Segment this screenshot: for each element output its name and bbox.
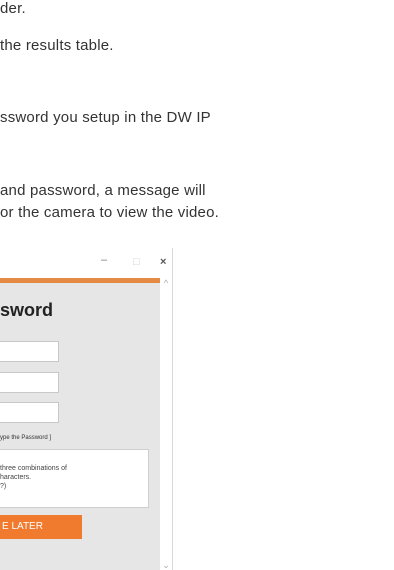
requirement-line: ?) [0,483,7,490]
vertical-scrollbar[interactable]: ^ ⌄ [160,278,172,570]
scroll-down-arrow-icon[interactable]: ⌄ [160,560,172,570]
embedded-window-screenshot: – □ × sword ype the Password ] three com… [0,248,173,570]
scroll-up-arrow-icon[interactable]: ^ [160,278,172,288]
doc-text-line: the results table. [0,37,114,54]
requirement-line: haracters. [0,474,32,481]
password-requirements-box: three combinations of haracters. ?) [0,449,149,508]
doc-text-line: der. [0,0,26,17]
close-button[interactable]: × [160,256,166,268]
retype-password-field[interactable] [0,402,59,423]
doc-text-line: or the camera to view the video. [0,204,220,221]
window-titlebar: – □ × [0,248,172,278]
doc-text-line: and password, a message will [0,182,206,199]
doc-text-line: ssword you setup in the DW IP [0,109,211,126]
username-field[interactable] [0,341,59,362]
password-setup-panel: sword ype the Password ] three combinati… [0,283,160,570]
minimize-button[interactable]: – [101,254,107,266]
retype-password-label: ype the Password ] [0,435,52,441]
change-later-button[interactable]: E LATER [0,515,82,539]
maximize-button[interactable]: □ [133,256,140,268]
page-title: sword [0,300,54,320]
requirement-line: three combinations of [0,465,67,472]
password-field[interactable] [0,372,59,393]
